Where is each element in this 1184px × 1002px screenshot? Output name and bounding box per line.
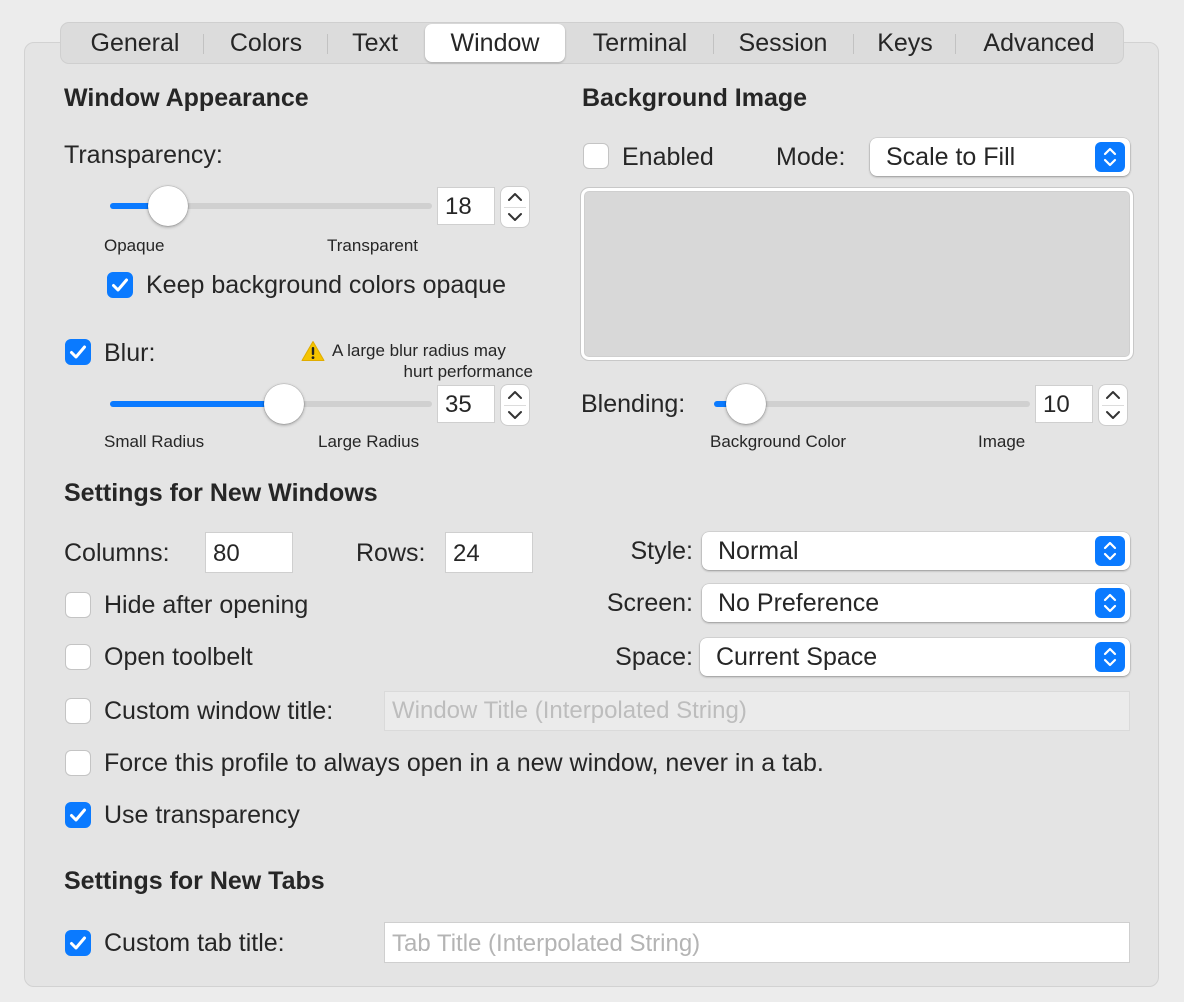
open-toolbelt-checkbox[interactable] (65, 644, 91, 670)
blur-label: Blur: (104, 339, 156, 367)
screen-popup[interactable]: No Preference (702, 584, 1130, 622)
tab-window[interactable]: Window (425, 24, 565, 62)
screen-label: Screen: (606, 589, 693, 617)
bg-enabled-checkbox[interactable] (583, 143, 609, 169)
force-new-window-label: Force this profile to always open in a n… (104, 749, 824, 777)
blur-value-field[interactable]: 35 (437, 385, 495, 423)
keep-bg-opaque-label: Keep background colors opaque (146, 271, 506, 299)
background-image-heading: Background Image (582, 84, 808, 112)
blending-label: Blending: (581, 390, 686, 418)
transparency-slider[interactable] (110, 186, 432, 226)
tab-colors[interactable]: Colors (207, 23, 325, 63)
use-transparency-checkbox[interactable] (65, 802, 91, 828)
checkmark-icon (70, 936, 86, 950)
rows-field[interactable]: 24 (445, 532, 533, 573)
blur-slider-fill (110, 401, 284, 407)
force-new-window-checkbox[interactable] (65, 750, 91, 776)
tab-separator (203, 34, 204, 54)
up-down-chevron-icon (1095, 536, 1125, 566)
hide-after-opening-label: Hide after opening (104, 591, 309, 619)
mode-popup-value: Scale to Fill (886, 143, 1016, 171)
transparency-label: Transparency: (64, 141, 223, 169)
checkmark-icon (70, 808, 86, 822)
transparency-max-label: Transparent (327, 236, 419, 255)
mode-popup[interactable]: Scale to Fill (870, 138, 1130, 176)
blending-slider-knob[interactable] (725, 384, 766, 424)
tab-terminal[interactable]: Terminal (573, 23, 707, 63)
custom-tab-title-label: Custom tab title: (104, 929, 285, 957)
chevron-up-icon[interactable] (1099, 385, 1127, 405)
tab-advanced[interactable]: Advanced (961, 23, 1117, 63)
tab-general[interactable]: General (69, 23, 201, 63)
space-popup[interactable]: Current Space (700, 638, 1130, 676)
keep-bg-opaque-checkbox[interactable] (107, 272, 133, 298)
custom-window-title-input[interactable]: Window Title (Interpolated String) (384, 691, 1130, 731)
tab-session[interactable]: Session (719, 23, 847, 63)
hide-after-opening-checkbox[interactable] (65, 592, 91, 618)
blur-slider-knob[interactable] (263, 384, 304, 424)
background-image-well[interactable] (580, 187, 1134, 361)
bg-enabled-label: Enabled (622, 143, 714, 171)
chevron-down-icon[interactable] (1099, 405, 1127, 425)
tab-text[interactable]: Text (331, 23, 419, 63)
blending-stepper[interactable] (1099, 385, 1127, 425)
columns-field[interactable]: 80 (205, 532, 293, 573)
checkmark-icon (70, 345, 86, 359)
blending-min-label: Background Color (710, 432, 847, 451)
window-appearance-heading: Window Appearance (64, 84, 309, 112)
tab-keys[interactable]: Keys (859, 23, 951, 63)
up-down-chevron-icon (1095, 142, 1125, 172)
blur-max-label: Large Radius (318, 432, 420, 451)
up-down-chevron-icon (1095, 588, 1125, 618)
checkmark-icon (112, 278, 128, 292)
blending-value-field[interactable]: 10 (1035, 385, 1093, 423)
blur-slider[interactable] (110, 384, 432, 424)
use-transparency-label: Use transparency (104, 801, 300, 829)
warning-icon (301, 341, 325, 361)
style-popup-value: Normal (718, 537, 799, 565)
tab-separator (713, 34, 714, 54)
transparency-value-field[interactable]: 18 (437, 187, 495, 225)
transparency-slider-knob[interactable] (147, 186, 188, 226)
screen-popup-value: No Preference (718, 589, 880, 617)
blur-stepper[interactable] (501, 385, 529, 425)
space-popup-value: Current Space (716, 643, 878, 671)
new-windows-heading: Settings for New Windows (64, 479, 378, 507)
tab-separator (327, 34, 328, 54)
chevron-up-icon[interactable] (501, 385, 529, 405)
up-down-chevron-icon (1095, 642, 1125, 672)
new-tabs-heading: Settings for New Tabs (64, 867, 325, 895)
blur-checkbox[interactable] (65, 339, 91, 365)
custom-window-title-label: Custom window title: (104, 697, 334, 725)
style-popup[interactable]: Normal (702, 532, 1130, 570)
space-label: Space: (615, 643, 693, 671)
mode-label: Mode: (776, 143, 846, 171)
columns-label: Columns: (64, 539, 170, 567)
tab-separator (955, 34, 956, 54)
blur-warning-line1: A large blur radius may (332, 341, 506, 360)
custom-tab-title-input[interactable]: Tab Title (Interpolated String) (384, 922, 1130, 963)
blur-min-label: Small Radius (104, 432, 205, 451)
custom-tab-title-checkbox[interactable] (65, 930, 91, 956)
open-toolbelt-label: Open toolbelt (104, 643, 253, 671)
blur-warning-line2: hurt performance (403, 362, 533, 381)
custom-window-title-checkbox[interactable] (65, 698, 91, 724)
chevron-up-icon[interactable] (501, 187, 529, 207)
chevron-down-icon[interactable] (501, 405, 529, 425)
tab-separator (853, 34, 854, 54)
blending-max-label: Image (978, 432, 1026, 451)
transparency-stepper[interactable] (501, 187, 529, 227)
tab-bar: General Colors Text Window Terminal Sess… (60, 22, 1124, 64)
blending-slider[interactable] (714, 384, 1030, 424)
chevron-down-icon[interactable] (501, 207, 529, 227)
rows-label: Rows: (356, 539, 426, 567)
settings-panel (24, 42, 1159, 987)
transparency-min-label: Opaque (104, 236, 165, 255)
style-label: Style: (630, 537, 693, 565)
